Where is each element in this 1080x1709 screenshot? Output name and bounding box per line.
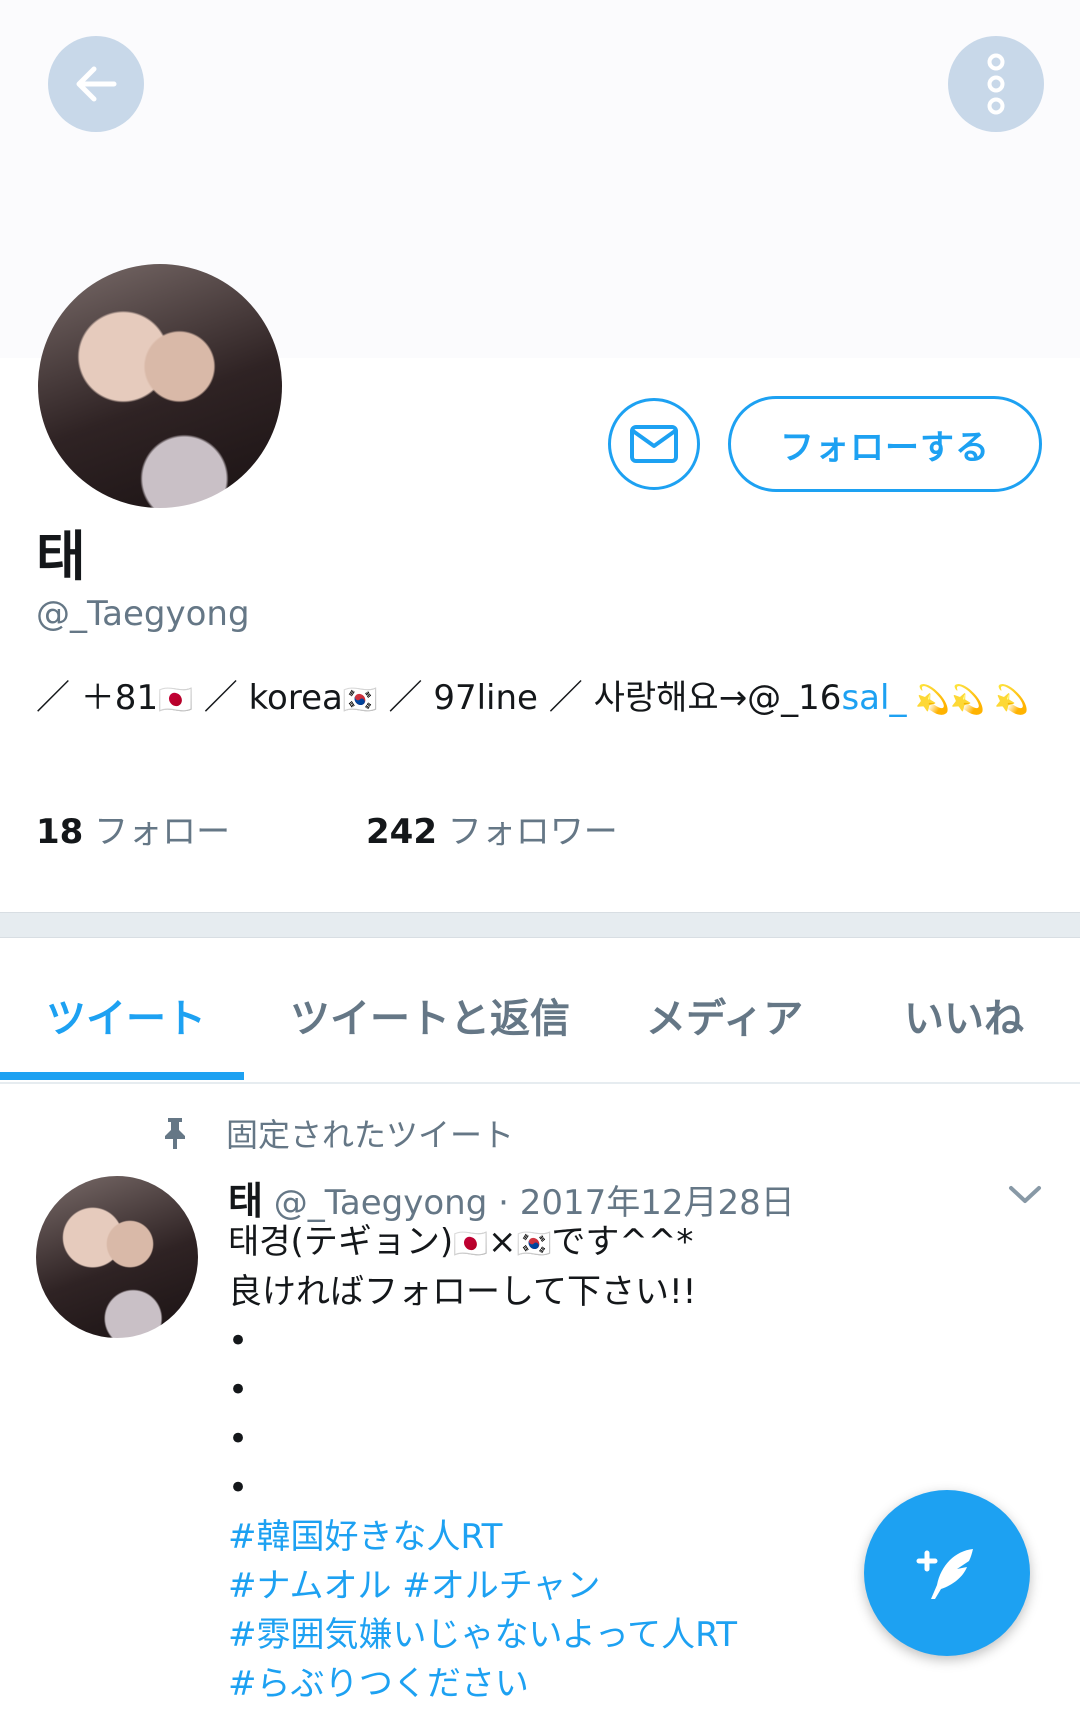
tweet-bullet: • [228, 1321, 249, 1361]
active-tab-indicator [0, 1072, 244, 1080]
mail-icon [630, 425, 678, 463]
japan-flag-icon: 🇯🇵 [158, 683, 193, 716]
pin-icon [165, 1118, 185, 1149]
tweet-line: 良ければフォローして下さい!! [228, 1272, 697, 1312]
tweet-bullet: • [228, 1370, 249, 1410]
japan-flag-icon: 🇯🇵 [453, 1227, 488, 1260]
tweet-author-name[interactable]: 태 [228, 1179, 263, 1223]
more-options-button[interactable] [948, 36, 1044, 132]
display-name: 태 [36, 525, 86, 588]
bio-mention-link[interactable]: sal_ [841, 678, 906, 718]
tab-media[interactable]: メディア [646, 986, 803, 1044]
tab-likes[interactable]: いいね [904, 986, 1024, 1044]
back-button[interactable] [48, 36, 144, 132]
tweet-bullet: • [228, 1468, 249, 1508]
follow-button[interactable]: フォローする [728, 396, 1042, 492]
tweet-author-avatar[interactable] [36, 1176, 198, 1338]
tweet-date[interactable]: 2017年12月28日 [520, 1183, 795, 1223]
tweet-text-segment: です^^* [551, 1222, 694, 1262]
tweet-bullet: • [228, 1419, 249, 1459]
following-count: 18 [36, 812, 84, 852]
tweet-separator: · [498, 1183, 509, 1223]
chevron-down-icon [1009, 1186, 1041, 1203]
tweet-menu-button[interactable] [1008, 1184, 1042, 1210]
bio-text: ／ korea [192, 678, 343, 718]
following-label: フォロー [94, 812, 231, 852]
arrow-left-icon [76, 66, 117, 102]
korea-flag-icon: 🇰🇷 [516, 1227, 552, 1260]
followers-count: 242 [366, 812, 437, 852]
hashtag-link[interactable]: #らぶりつください [228, 1660, 1008, 1709]
ring-emoji-icon: 💫💫 💫 [906, 683, 1029, 716]
profile-tabs: ツイート ツイートと返信 メディア いいね [0, 936, 1080, 1084]
tweet-text-segment: × [487, 1222, 517, 1262]
user-handle: @_Taegyong [36, 594, 250, 634]
tweet-author-handle: @_Taegyong [273, 1183, 488, 1223]
tab-tweets[interactable]: ツイート [46, 986, 206, 1044]
message-button[interactable] [608, 398, 700, 490]
bio-text: ／ ＋81 [36, 678, 159, 718]
followers-label: フォロワー [447, 812, 618, 852]
tab-tweets-and-replies[interactable]: ツイートと返信 [290, 986, 570, 1044]
tweet-line: 태경(テギョン)🇯🇵×🇰🇷です^^* [228, 1218, 1008, 1268]
more-vertical-icon [987, 53, 1005, 115]
tweet-text: 태경(テギョン)🇯🇵×🇰🇷です^^* 良ければフォローして下さい!! • • •… [228, 1218, 1008, 1709]
section-divider [0, 912, 1080, 938]
compose-tweet-button[interactable] [864, 1490, 1030, 1656]
following-count-link[interactable]: 18 フォロー [36, 804, 230, 853]
followers-count-link[interactable]: 242 フォロワー [366, 804, 618, 853]
bio-text: ／ 97line ／ 사랑해요→@_16 [377, 678, 842, 718]
pinned-label: 固定されたツイート [226, 1116, 515, 1154]
profile-avatar[interactable] [38, 264, 282, 508]
tweet-header: 태 @_Taegyong · 2017年12月28日 [228, 1170, 795, 1225]
tweet-text-segment: 태경(テギョン) [228, 1222, 454, 1262]
profile-bio: ／ ＋81🇯🇵 ／ korea🇰🇷 ／ 97line ／ 사랑해요→@_16sa… [36, 672, 1046, 726]
pinned-indicator: 固定されたツイート [160, 1110, 514, 1156]
korea-flag-icon: 🇰🇷 [342, 683, 378, 716]
compose-tweet-icon [916, 1549, 973, 1599]
